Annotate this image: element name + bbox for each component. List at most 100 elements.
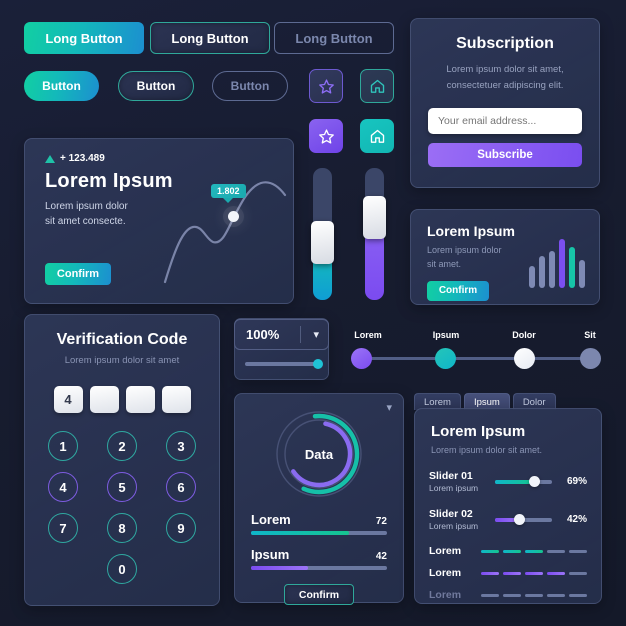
slider-0-track[interactable] bbox=[495, 475, 552, 487]
otp-box-2[interactable] bbox=[125, 386, 155, 413]
segment-row-2: Lorem bbox=[415, 589, 601, 601]
subscription-panel: Subscription Lorem ipsum dolor sit amet,… bbox=[410, 18, 600, 188]
slider-1-percent: 42% bbox=[566, 514, 587, 525]
otp-box-3[interactable] bbox=[161, 386, 191, 413]
subscription-desc-2: consectetuer adipiscing elit. bbox=[446, 80, 564, 92]
vertical-slider-purple[interactable] bbox=[363, 168, 386, 300]
subscription-desc-1: Lorem ipsum dolor sit amet, bbox=[446, 64, 564, 75]
keypad-key-8[interactable]: 8 bbox=[107, 513, 137, 543]
donut-progress-value-0: 72 bbox=[375, 516, 387, 527]
segment-4 bbox=[569, 593, 587, 597]
otp-box-0[interactable]: 4 bbox=[53, 386, 83, 413]
keypad-key-7[interactable]: 7 bbox=[48, 513, 78, 543]
chart-tooltip-value: 1.802 bbox=[217, 186, 240, 196]
pill-button-primary[interactable]: Button bbox=[24, 71, 99, 101]
zoom-slider[interactable] bbox=[245, 359, 323, 369]
bar-0 bbox=[529, 265, 535, 288]
chevron-down-icon[interactable]: ▾ bbox=[386, 401, 392, 414]
keypad-key-1[interactable]: 1 bbox=[48, 431, 78, 461]
star-icon-button-filled[interactable] bbox=[309, 119, 343, 153]
donut-panel: ▾ Data Lorem 72 Ipsum 42 Confirm bbox=[234, 393, 404, 605]
long-button-disabled[interactable]: Long Button bbox=[274, 22, 394, 54]
donut-progress-label-1: Ipsum bbox=[251, 547, 290, 562]
bar-3 bbox=[559, 238, 565, 288]
zoom-select[interactable]: 100% ▾ bbox=[234, 319, 329, 350]
chart-tooltip: 1.802 bbox=[211, 184, 246, 198]
segment-2 bbox=[525, 549, 543, 553]
donut-chart: Data bbox=[273, 408, 365, 500]
long-button-primary[interactable]: Long Button bbox=[24, 22, 144, 54]
donut-progress-fill-0 bbox=[251, 531, 349, 535]
segment-3 bbox=[547, 549, 565, 553]
pill-button-secondary[interactable]: Button bbox=[118, 71, 194, 101]
vertical-slider-purple-knob[interactable] bbox=[363, 196, 386, 239]
step-dot-1[interactable] bbox=[435, 348, 456, 369]
star-icon-button-outline[interactable] bbox=[309, 69, 343, 103]
slider-1-knob[interactable] bbox=[513, 513, 525, 525]
keypad-key-6[interactable]: 6 bbox=[166, 472, 196, 502]
segment-row-2-bars bbox=[481, 593, 587, 597]
donut-progress-track-1 bbox=[251, 566, 387, 570]
donut-center-label: Data bbox=[304, 446, 334, 462]
otp-input-group[interactable]: 4 bbox=[25, 386, 219, 413]
pill-button-disabled[interactable]: Button bbox=[212, 71, 288, 101]
tabs-content-panel: Lorem Ipsum Lorem ipsum dolor sit amet. … bbox=[414, 408, 602, 604]
otp-box-1[interactable] bbox=[89, 386, 119, 413]
keypad-key-9[interactable]: 9 bbox=[166, 513, 196, 543]
home-icon-button-outline[interactable] bbox=[360, 69, 394, 103]
slider-1-sub: Lorem ipsum bbox=[429, 521, 479, 531]
long-button-secondary[interactable]: Long Button bbox=[150, 22, 270, 54]
slider-0-percent: 69% bbox=[566, 476, 587, 487]
donut-confirm-label: Confirm bbox=[298, 588, 340, 601]
segment-0 bbox=[481, 549, 499, 553]
bar-card-confirm-label: Confirm bbox=[438, 285, 478, 297]
mini-bar-chart bbox=[529, 232, 585, 288]
segment-row-0-bars bbox=[481, 549, 587, 553]
segment-row-2-label: Lorem bbox=[429, 589, 462, 601]
bar-4 bbox=[569, 246, 575, 288]
home-icon-button-filled[interactable] bbox=[360, 119, 394, 153]
verification-subtitle: Lorem ipsum dolor sit amet bbox=[64, 355, 180, 366]
keypad-key-0[interactable]: 0 bbox=[107, 554, 137, 584]
slider-1-track[interactable] bbox=[495, 513, 552, 525]
bar-5 bbox=[579, 260, 585, 288]
tabs-panel-title: Lorem Ipsum bbox=[431, 423, 526, 440]
segment-row-1: Lorem bbox=[415, 567, 601, 579]
slider-0-knob[interactable] bbox=[529, 475, 541, 487]
pill-button-secondary-label: Button bbox=[136, 79, 176, 93]
step-label-0: Lorem bbox=[354, 330, 382, 340]
subscribe-button[interactable]: Subscribe bbox=[428, 143, 582, 168]
segment-row-1-bars bbox=[481, 571, 587, 575]
keypad-key-3[interactable]: 3 bbox=[166, 431, 196, 461]
keypad-key-2[interactable]: 2 bbox=[107, 431, 137, 461]
bar-card: Lorem Ipsum Lorem ipsum dolor sit amet. … bbox=[410, 209, 600, 305]
pill-button-primary-label: Button bbox=[42, 79, 81, 93]
segment-row-0: Lorem bbox=[415, 545, 601, 557]
donut-confirm-button[interactable]: Confirm bbox=[284, 584, 354, 605]
email-input[interactable] bbox=[428, 108, 582, 135]
zoom-slider-knob[interactable] bbox=[313, 359, 323, 369]
bar-card-desc-2: sit amet. bbox=[427, 259, 462, 270]
bar-2 bbox=[549, 251, 555, 288]
vertical-slider-teal[interactable] bbox=[311, 168, 334, 300]
donut-progress-row-1: Ipsum 42 bbox=[235, 547, 403, 562]
long-button-primary-label: Long Button bbox=[45, 30, 123, 46]
bar-card-confirm-button[interactable]: Confirm bbox=[427, 280, 489, 301]
slider-row-1: Slider 02 Lorem ipsum 42% bbox=[415, 508, 601, 531]
segment-4 bbox=[569, 549, 587, 553]
vertical-slider-teal-knob[interactable] bbox=[311, 221, 334, 264]
step-dot-2[interactable] bbox=[514, 348, 535, 369]
numeric-keypad[interactable]: 123 456 7890 bbox=[25, 431, 219, 584]
segment-1 bbox=[503, 549, 521, 553]
chart-card-confirm-label: Confirm bbox=[56, 268, 100, 280]
keypad-key-5[interactable]: 5 bbox=[107, 472, 137, 502]
segment-4 bbox=[569, 571, 587, 575]
zoom-select-value: 100% bbox=[246, 327, 280, 342]
verification-panel: Verification Code Lorem ipsum dolor sit … bbox=[24, 314, 220, 606]
step-dot-0[interactable] bbox=[351, 348, 372, 369]
step-dot-3[interactable] bbox=[580, 348, 601, 369]
chart-card-confirm-button[interactable]: Confirm bbox=[45, 263, 111, 285]
slider-0-sub: Lorem ipsum bbox=[429, 483, 479, 493]
donut-progress-label-0: Lorem bbox=[251, 512, 291, 527]
keypad-key-4[interactable]: 4 bbox=[48, 472, 78, 502]
